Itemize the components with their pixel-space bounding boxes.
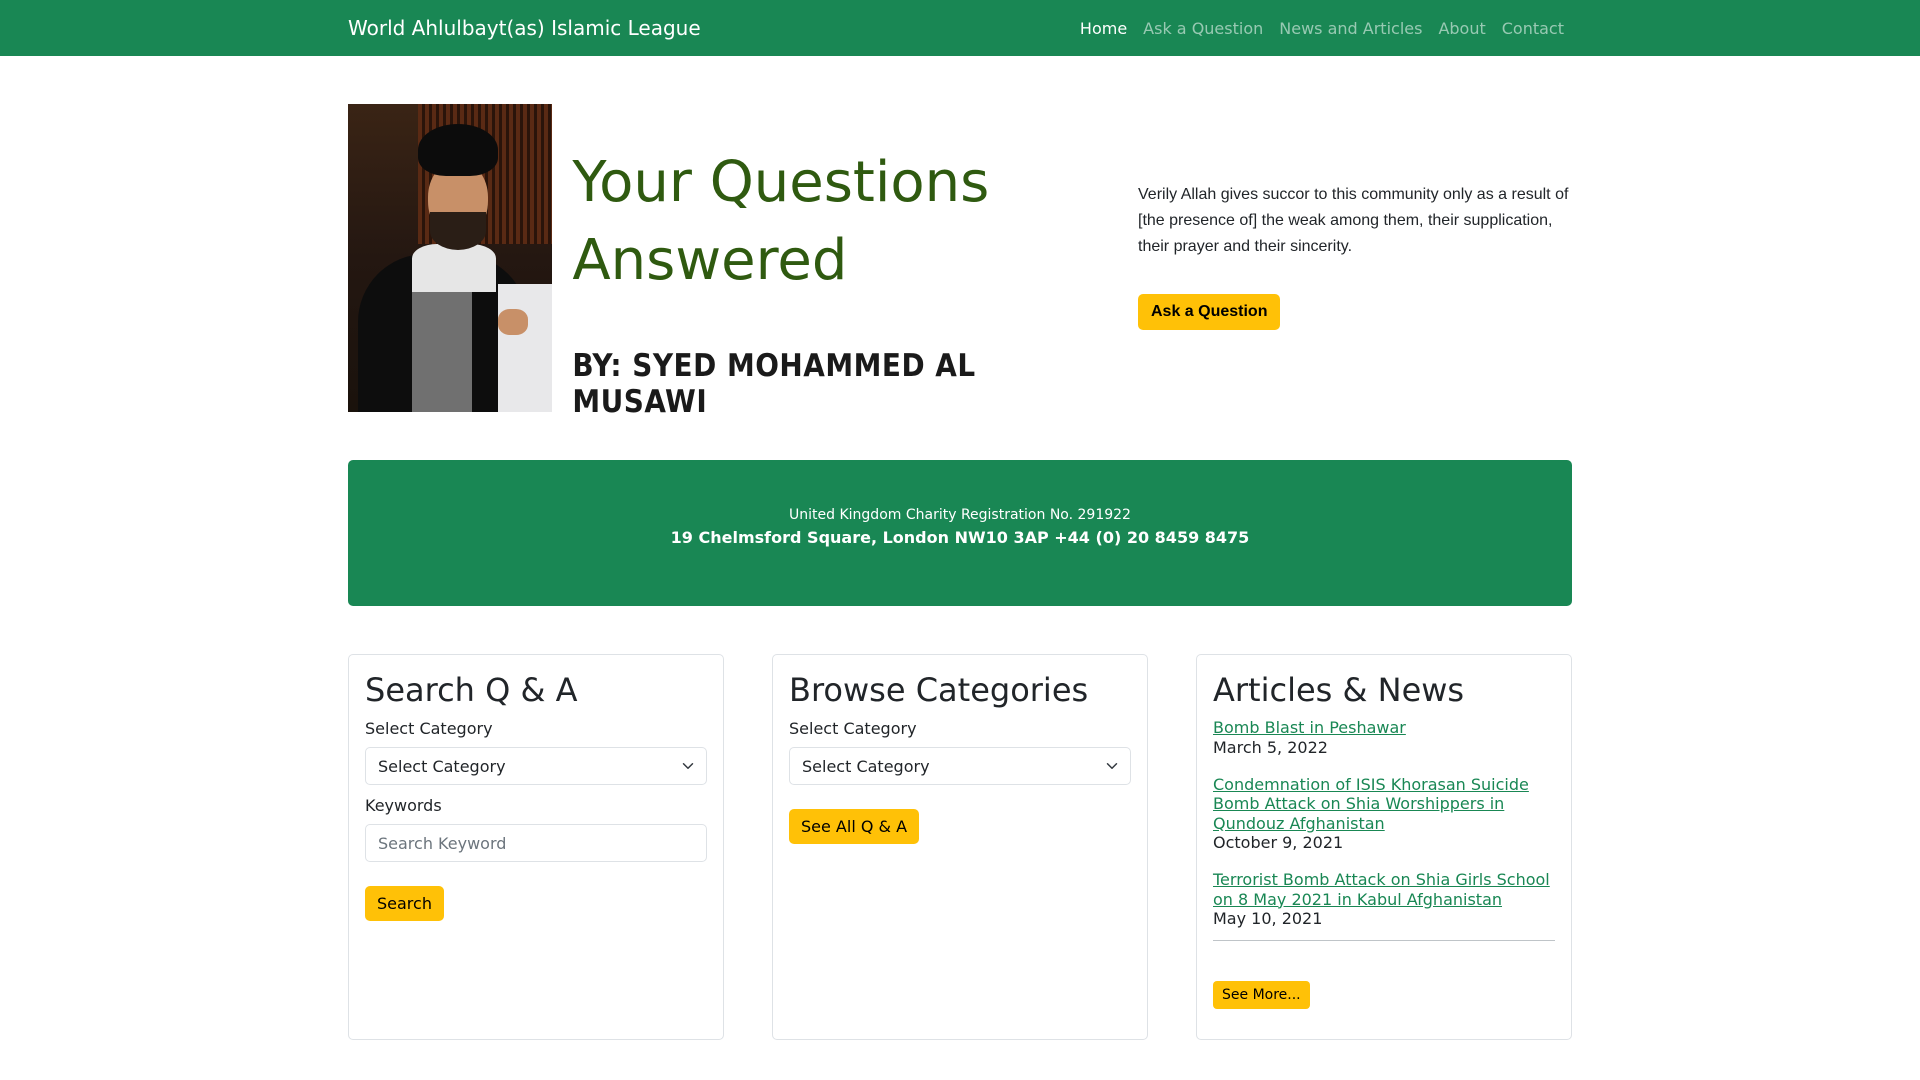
news-divider	[1213, 940, 1555, 941]
charity-registration: United Kingdom Charity Registration No. …	[789, 507, 1131, 523]
browse-card-title: Browse Categories	[789, 671, 1089, 709]
search-button[interactable]: Search	[365, 886, 444, 921]
search-category-select[interactable]: Select Category	[365, 747, 707, 785]
ask-question-button[interactable]: Ask a Question	[1138, 294, 1281, 330]
hero-title-line1: Your Questions	[572, 150, 990, 215]
article-date: October 9, 2021	[1213, 833, 1344, 852]
scholar-portrait-image	[348, 104, 553, 412]
articles-news-card: Articles & News Bomb Blast in Peshawar M…	[1196, 654, 1572, 1040]
browse-category-value: Select Category	[802, 756, 930, 776]
article-date: March 5, 2022	[1213, 737, 1328, 757]
hero-quote-column: Verily Allah gives succor to this commun…	[1096, 104, 1572, 412]
navbar-inner: World Ahlulbayt(as) Islamic League Home …	[348, 11, 1572, 46]
article-link[interactable]: Terrorist Bomb Attack on Shia Girls Scho…	[1213, 870, 1555, 909]
hero-section: Your Questions Answered BY: SYED MOHAMME…	[348, 104, 1572, 420]
cards-row: Search Q & A Select Category Select Cate…	[348, 654, 1572, 1040]
hero-banner-text: Your Questions Answered BY: SYED MOHAMME…	[552, 104, 1096, 420]
search-category-label: Select Category	[365, 719, 493, 738]
nav-link-ask-question[interactable]: Ask a Question	[1135, 11, 1271, 46]
see-all-qa-button[interactable]: See All Q & A	[789, 809, 920, 844]
browse-category-select[interactable]: Select Category	[789, 747, 1131, 785]
charity-info-box: United Kingdom Charity Registration No. …	[348, 460, 1572, 606]
news-card-title: Articles & News	[1213, 671, 1465, 709]
brand-link[interactable]: World Ahlulbayt(as) Islamic League	[348, 16, 701, 40]
chevron-down-icon	[682, 763, 694, 769]
browse-categories-card: Browse Categories Select Category Select…	[772, 654, 1148, 1040]
charity-address: 19 Chelmsford Square, London NW10 3AP +4…	[670, 528, 1250, 547]
hero-title-line2: Answered	[572, 228, 848, 293]
search-card-title: Search Q & A	[365, 671, 578, 709]
nav-links: Home Ask a Question News and Articles Ab…	[1072, 11, 1572, 46]
nav-link-news-articles[interactable]: News and Articles	[1271, 11, 1430, 46]
hero-byline: BY: SYED MOHAMMED AL MUSAWI	[572, 348, 976, 420]
article-date: May 10, 2021	[1213, 909, 1323, 928]
nav-link-about[interactable]: About	[1430, 11, 1493, 46]
article-item: Bomb Blast in Peshawar March 5, 2022	[1213, 718, 1555, 757]
see-more-button[interactable]: See More...	[1213, 981, 1310, 1009]
search-category-value: Select Category	[378, 756, 506, 776]
search-qa-card: Search Q & A Select Category Select Cate…	[348, 654, 724, 1040]
nav-link-contact[interactable]: Contact	[1494, 11, 1572, 46]
browse-category-label: Select Category	[789, 719, 917, 738]
main-container: Your Questions Answered BY: SYED MOHAMME…	[348, 104, 1572, 1040]
hero-banner: Your Questions Answered BY: SYED MOHAMME…	[348, 104, 1096, 420]
chevron-down-icon	[1106, 763, 1118, 769]
keywords-label: Keywords	[365, 796, 442, 815]
nav-link-home[interactable]: Home	[1072, 11, 1135, 46]
hadith-quote: Verily Allah gives succor to this commun…	[1138, 186, 1569, 255]
article-link[interactable]: Condemnation of ISIS Khorasan Suicide Bo…	[1213, 775, 1555, 834]
article-item: Terrorist Bomb Attack on Shia Girls Scho…	[1213, 870, 1555, 928]
top-navbar: World Ahlulbayt(as) Islamic League Home …	[0, 0, 1920, 56]
article-link[interactable]: Bomb Blast in Peshawar	[1213, 718, 1555, 738]
keyword-search-input[interactable]	[365, 824, 707, 862]
article-item: Condemnation of ISIS Khorasan Suicide Bo…	[1213, 775, 1555, 853]
